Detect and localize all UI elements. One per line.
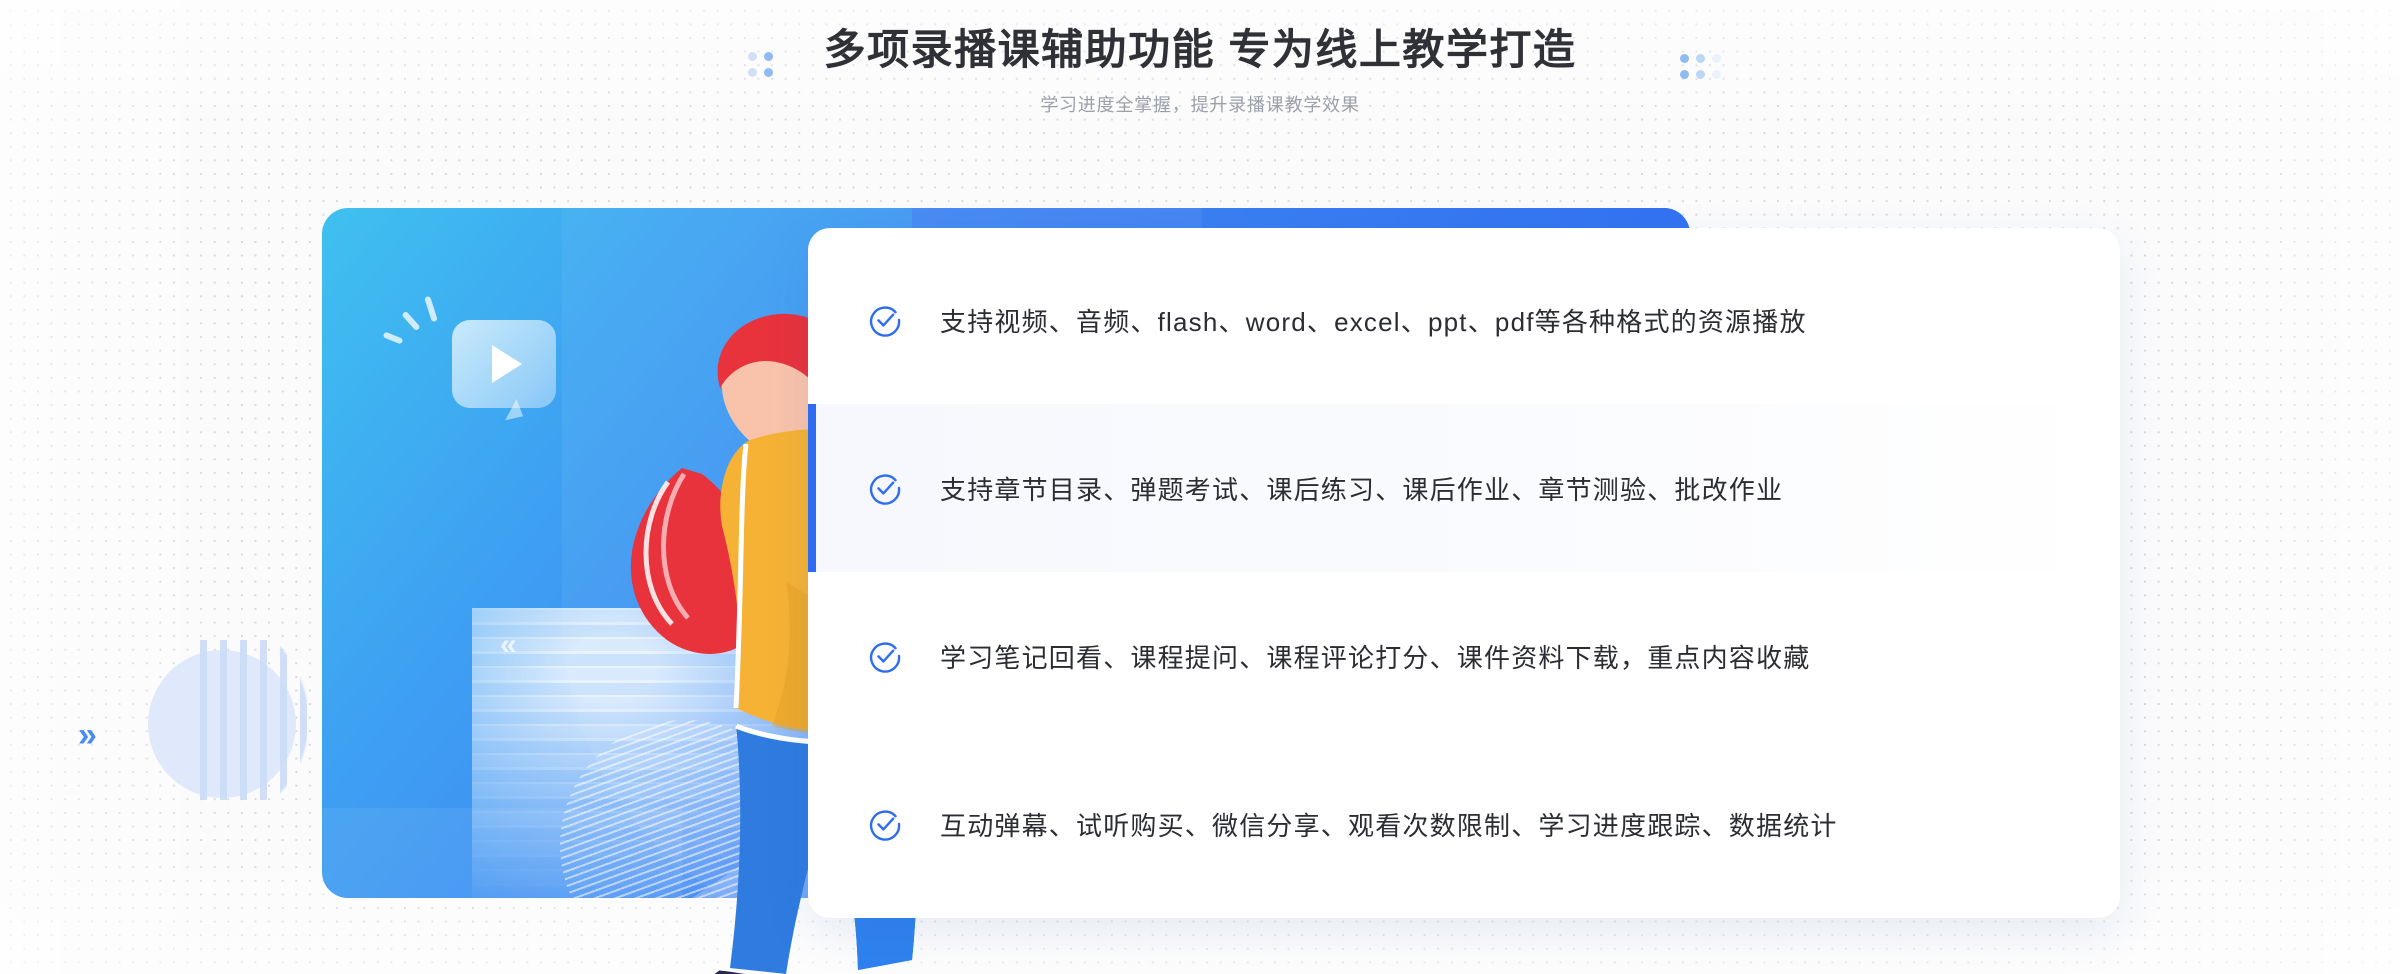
feature-list-card: 支持视频、音频、flash、word、excel、ppt、pdf等各种格式的资源… bbox=[808, 228, 2120, 918]
dot-cluster-right-icon bbox=[1680, 54, 1721, 79]
check-circle-icon bbox=[869, 306, 901, 337]
header: 多项录播课辅助功能 专为线上教学打造 学习进度全掌握，提升录播课教学效果 bbox=[0, 0, 2400, 150]
feature-row[interactable]: 互动弹幕、试听购买、微信分享、观看次数限制、学习进度跟踪、数据统计 bbox=[808, 740, 2120, 908]
check-circle-icon bbox=[869, 810, 901, 841]
chevron-double-left-icon: « bbox=[500, 628, 517, 661]
feature-row[interactable]: 支持视频、音频、flash、word、excel、ppt、pdf等各种格式的资源… bbox=[808, 236, 2120, 404]
decorative-striped-circle-icon bbox=[200, 640, 312, 800]
feature-text: 互动弹幕、试听购买、微信分享、观看次数限制、学习进度跟踪、数据统计 bbox=[940, 810, 1838, 841]
chevron-double-right-icon: » bbox=[78, 716, 97, 754]
feature-row[interactable]: 支持章节目录、弹题考试、课后练习、课后作业、章节测验、批改作业 bbox=[808, 404, 2120, 572]
check-circle-icon bbox=[869, 642, 901, 673]
page-title: 多项录播课辅助功能 专为线上教学打造 bbox=[823, 26, 1577, 73]
check-circle-icon bbox=[869, 474, 901, 505]
dot-cluster-left-icon bbox=[748, 52, 773, 77]
page-subtitle: 学习进度全掌握，提升录播课教学效果 bbox=[1040, 94, 1360, 115]
feature-row[interactable]: 学习笔记回看、课程提问、课程评论打分、课件资料下载，重点内容收藏 bbox=[808, 572, 2120, 740]
feature-text: 学习笔记回看、课程提问、课程评论打分、课件资料下载，重点内容收藏 bbox=[940, 642, 1811, 673]
feature-text: 支持章节目录、弹题考试、课后练习、课后作业、章节测验、批改作业 bbox=[940, 474, 1784, 505]
feature-text: 支持视频、音频、flash、word、excel、ppt、pdf等各种格式的资源… bbox=[940, 306, 1807, 337]
